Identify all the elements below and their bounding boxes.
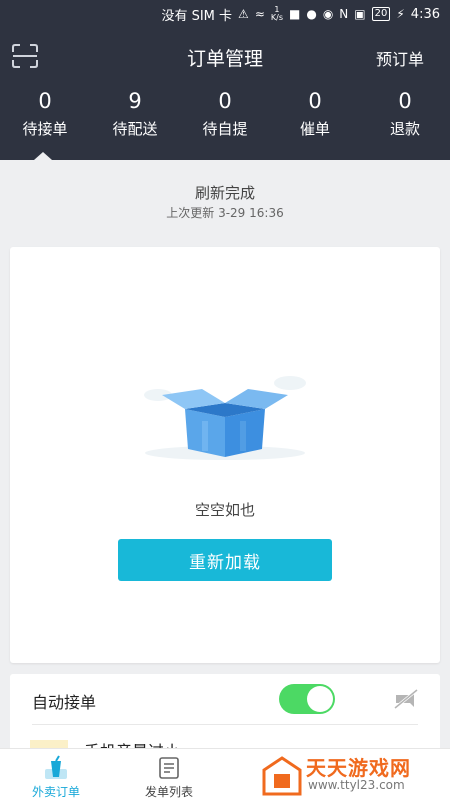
tab-label: 待配送 <box>112 120 158 138</box>
order-list-card: 空空如也 重新加载 <box>10 247 440 663</box>
app-notification-icon: ■ <box>288 7 301 21</box>
tab-label: 待自提 <box>202 120 248 138</box>
tab-reminders[interactable]: 0 催单 <box>270 86 360 139</box>
nav-takeout-orders[interactable]: 外卖订单 <box>16 755 96 800</box>
tab-count: 0 <box>218 89 232 113</box>
tab-label: 待接单 <box>22 120 68 138</box>
auto-accept-card: 自动接单 手机音量过小 <box>10 674 440 754</box>
vibrate-icon: ▣ <box>354 7 366 21</box>
watermark: 天天游戏网 www.ttyl23.com <box>262 752 442 798</box>
charging-icon: ⚡ <box>396 7 405 21</box>
battery-icon: 20 <box>371 7 391 21</box>
toggle-knob <box>307 686 333 712</box>
watermark-url: www.ttyl23.com <box>308 778 405 792</box>
tab-count: 9 <box>128 89 142 113</box>
tab-count: 0 <box>398 89 412 113</box>
tab-count: 0 <box>38 89 52 113</box>
tab-refunds[interactable]: 0 退款 <box>360 86 450 139</box>
sim-alert-icon: ⚠ <box>238 7 249 21</box>
tab-label: 催单 <box>299 120 330 138</box>
scan-button[interactable] <box>12 44 38 68</box>
watermark-title: 天天游戏网 <box>306 756 411 780</box>
eye-icon: ◉ <box>322 7 334 21</box>
active-tab-indicator <box>34 152 52 160</box>
empty-box-icon <box>144 376 306 460</box>
nav-label: 发单列表 <box>144 785 193 799</box>
wechat-icon: ● <box>306 7 317 21</box>
carrier-text: 没有 SIM 卡 <box>161 8 233 24</box>
tab-label: 退款 <box>389 120 420 138</box>
nfc-icon: N <box>339 7 349 21</box>
speed-unit: K/s <box>270 13 283 22</box>
preorder-link[interactable]: 预订单 <box>376 46 424 70</box>
no-sound-icon <box>394 688 418 710</box>
scan-icon <box>12 44 38 68</box>
status-bar: 没有 SIM 卡 ⚠ ≈ 1 K/s ■ ● ◉ N ▣ 20 ⚡ 4:36 <box>0 0 450 28</box>
nav-dispatch-list[interactable]: 发单列表 <box>129 755 209 800</box>
last-update-time: 上次更新 3-29 16:36 <box>166 206 284 220</box>
refresh-status: 刷新完成 <box>194 184 255 202</box>
divider <box>32 724 418 725</box>
nav-label: 外卖订单 <box>31 785 80 799</box>
header: 订单管理 预订单 0 待接单 9 待配送 0 待自提 0 催单 0 退款 <box>0 28 450 160</box>
clock: 4:36 <box>410 6 440 22</box>
tab-count: 0 <box>308 89 322 113</box>
reload-button[interactable]: 重新加载 <box>118 539 332 581</box>
auto-accept-toggle[interactable] <box>279 684 335 714</box>
tab-pending-delivery[interactable]: 9 待配送 <box>90 86 180 139</box>
sound-settings-button[interactable] <box>393 688 419 710</box>
watermark-logo-icon <box>262 756 302 796</box>
cup-icon <box>45 755 67 779</box>
empty-message: 空空如也 <box>194 501 255 519</box>
network-speed: 1 K/s <box>271 6 283 22</box>
battery-level: 20 <box>374 8 388 19</box>
tab-pending-pickup[interactable]: 0 待自提 <box>180 86 270 139</box>
auto-accept-label: 自动接单 <box>32 693 97 712</box>
list-icon <box>159 757 179 779</box>
tab-pending-accept[interactable]: 0 待接单 <box>0 86 90 139</box>
wifi-icon: ≈ <box>254 7 265 21</box>
order-tabs: 0 待接单 9 待配送 0 待自提 0 催单 0 退款 <box>0 86 450 139</box>
